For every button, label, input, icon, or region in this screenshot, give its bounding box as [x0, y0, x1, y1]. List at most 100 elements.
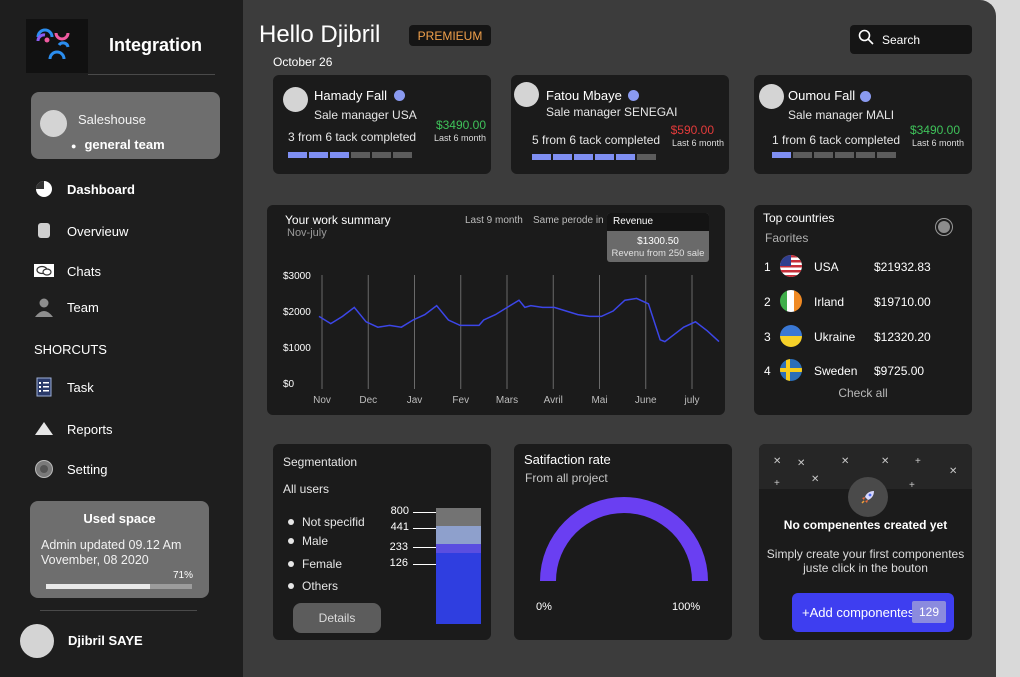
check-all-link[interactable]: Check all — [754, 386, 972, 400]
progress-segment — [351, 152, 370, 158]
countries-title: Top countries — [763, 211, 835, 225]
nav-overview-label: Overvieuw — [67, 223, 129, 239]
star-icon: + — [774, 478, 780, 489]
nav-dashboard[interactable]: Dashboard — [33, 177, 135, 201]
nav-chats-label: Chats — [67, 263, 101, 279]
x-tick-label: Mars — [496, 395, 518, 406]
progress-segment — [574, 154, 593, 160]
nav-overview[interactable]: Overvieuw — [33, 219, 128, 243]
nav-setting[interactable]: Setting — [33, 457, 107, 481]
progress-segment — [330, 152, 349, 158]
segmentation-subtitle: All users — [283, 482, 330, 496]
nav-chats[interactable]: Chats — [33, 259, 101, 283]
country-rank: 3 — [764, 330, 771, 344]
star-icon: ✕ — [797, 458, 806, 469]
progress-segment — [595, 154, 614, 160]
divider — [40, 610, 197, 611]
gauge-max-label: 100% — [672, 601, 701, 613]
revenue-tooltip: Revenue $1300.50 Revenu from 250 sale — [607, 213, 709, 262]
person-name: Oumou Fall — [788, 88, 856, 103]
task-progress — [288, 152, 412, 158]
nav-task[interactable]: Task — [33, 375, 94, 399]
team-name: Saleshouse — [78, 112, 146, 127]
task-progress — [532, 154, 656, 160]
team-selector[interactable]: Saleshouse ● general team — [31, 92, 220, 159]
progress-segment — [393, 152, 412, 158]
empty-state-line: juste click in the bouton — [803, 561, 928, 575]
person-avatar — [759, 84, 784, 109]
details-button[interactable]: Details — [293, 603, 381, 633]
used-space-card: Used space Admin updated 09.12 Am Vovemb… — [30, 501, 209, 598]
progress-segment — [793, 152, 812, 158]
logo-icon — [36, 28, 70, 60]
team-sub-label: general team — [84, 137, 165, 152]
person-card[interactable]: Fatou Mbaye Sale manager SENEGAI 5 from … — [511, 75, 729, 174]
star-icon: + — [909, 480, 915, 491]
country-rank: 2 — [764, 295, 771, 309]
nav-reports[interactable]: Reports — [33, 417, 113, 441]
person-amount: $3490.00 — [435, 118, 486, 132]
country-row[interactable]: 3 Ukraine $12320.20 — [764, 324, 964, 348]
sweden-flag-icon — [780, 359, 802, 381]
search-icon — [858, 29, 874, 50]
x-tick-label: Jav — [407, 395, 423, 406]
person-name: Hamady Fall — [314, 88, 387, 103]
bullet-icon — [288, 538, 294, 544]
nav-team[interactable]: Team — [33, 295, 99, 319]
used-space-bar — [46, 584, 192, 589]
page-title: Hello Djibril — [259, 21, 381, 48]
shortcuts-title: SHORCUTS — [34, 342, 107, 357]
tooltip-sub: Revenu from 250 sale — [611, 248, 705, 259]
country-rank: 4 — [764, 364, 771, 378]
x-tick-label: july — [683, 395, 699, 406]
country-row[interactable]: 2 Irland $19710.00 — [764, 289, 964, 313]
chat-icon — [33, 260, 55, 282]
used-space-info: Admin updated 09.12 Am Vovember, 08 2020 — [41, 538, 181, 568]
person-card[interactable]: Oumou Fall Sale manager MALI 1 from 6 ta… — [754, 75, 972, 174]
person-amount: $590.00 — [670, 123, 714, 137]
country-value: $9725.00 — [874, 364, 925, 378]
country-name: USA — [814, 260, 839, 274]
person-card[interactable]: Hamady Fall Sale manager USA 3 from 6 ta… — [273, 75, 491, 174]
user-name: Djibril SAYE — [68, 633, 143, 648]
sidebar: Integration Saleshouse ● general team Das… — [0, 0, 243, 677]
person-name: Fatou Mbaye — [546, 88, 622, 103]
segment-value-label: 126 — [389, 557, 408, 569]
segment-bar — [436, 553, 481, 624]
bullet-icon: ● — [71, 141, 77, 151]
star-icon: ✕ — [841, 456, 850, 467]
team-subname: ● general team — [71, 137, 165, 152]
app-title: Integration — [109, 35, 202, 55]
nav-setting-label: Setting — [67, 461, 108, 477]
add-components-button[interactable]: +Add componentes 129 — [792, 593, 954, 632]
team-icon — [33, 296, 55, 318]
person-tasks: 3 from 6 tack completed — [288, 130, 417, 144]
status-dot — [394, 90, 405, 101]
components-card: ✕ ✕ ✕ ✕ + ✕ + ✕ + No compenentes created… — [759, 444, 972, 640]
user-avatar[interactable] — [20, 624, 54, 658]
y-tick-label: $0 — [283, 379, 295, 390]
country-rank: 1 — [764, 260, 771, 274]
app-window: Integration Saleshouse ● general team Das… — [0, 0, 996, 677]
x-tick-label: Fev — [452, 395, 469, 406]
search-box[interactable] — [850, 25, 972, 54]
progress-segment — [553, 154, 572, 160]
progress-segment — [772, 152, 791, 158]
status-dot — [860, 91, 871, 102]
pie-chart-icon — [33, 178, 55, 200]
settings-icon — [33, 458, 55, 480]
components-count-badge: 129 — [912, 601, 946, 623]
bullet-icon — [288, 519, 294, 525]
country-row[interactable]: 4 Sweden $9725.00 — [764, 358, 964, 382]
search-input[interactable] — [882, 32, 962, 47]
tooltip-title: Revenue — [607, 213, 709, 231]
bullet-icon — [288, 583, 294, 589]
favorites-toggle[interactable] — [936, 219, 952, 235]
used-space-updated: Admin updated 09.12 Am — [41, 538, 182, 552]
bullet-icon — [288, 561, 294, 567]
x-tick-label: Nov — [313, 395, 331, 406]
progress-segment — [856, 152, 875, 158]
empty-state-text: Simply create your first componentes jus… — [759, 547, 972, 575]
segmentation-stack-chart — [436, 508, 481, 624]
country-row[interactable]: 1 USA $21932.83 — [764, 254, 964, 278]
